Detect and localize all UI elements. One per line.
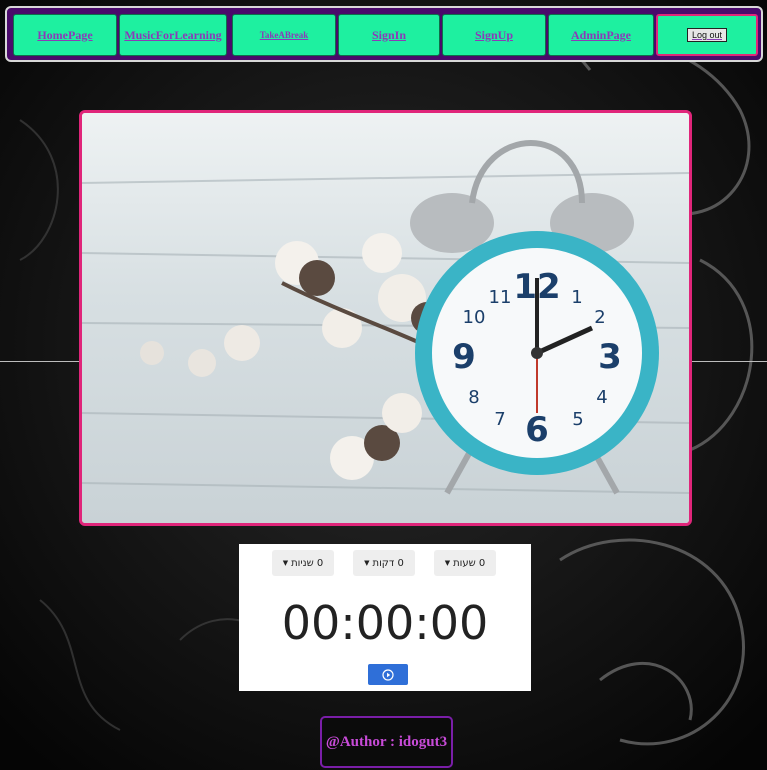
- author-footer: @Author : idogut3: [320, 716, 453, 768]
- nav-music-for-learning-link[interactable]: MusicForLearning: [119, 14, 227, 56]
- nav-homepage-link[interactable]: HomePage: [13, 14, 117, 56]
- nav-sign-in-link[interactable]: SignIn: [338, 14, 440, 56]
- hero-alarm-clock-image: 12 3 6 9 1 2 4 5 7 8 10 11: [79, 110, 692, 526]
- hours-select[interactable]: 0 שעות ▼: [434, 550, 496, 576]
- countdown-timer-panel: 0 שעות ▼ 0 דקות ▼ 0 שניות ▼ 00:00:00: [239, 544, 531, 691]
- author-credit: @Author : idogut3: [325, 733, 448, 750]
- nav-admin-page-link[interactable]: AdminPage: [548, 14, 654, 56]
- hours-select-label: 0 שעות: [453, 557, 486, 569]
- svg-text:11: 11: [489, 287, 512, 308]
- svg-text:4: 4: [596, 387, 607, 408]
- svg-text:9: 9: [452, 337, 476, 377]
- svg-text:7: 7: [494, 409, 505, 430]
- nav-sign-up-link[interactable]: SignUp: [442, 14, 546, 56]
- seconds-select[interactable]: 0 שניות ▼: [272, 550, 334, 576]
- chevron-down-icon: ▼: [282, 559, 289, 567]
- svg-text:8: 8: [468, 387, 479, 408]
- svg-text:5: 5: [572, 409, 583, 430]
- play-icon: [382, 668, 394, 681]
- chevron-down-icon: ▼: [364, 559, 370, 567]
- logout-container: Log out: [656, 14, 758, 56]
- svg-text:10: 10: [463, 307, 486, 328]
- seconds-select-label: 0 שניות: [291, 557, 324, 569]
- svg-text:2: 2: [594, 307, 605, 328]
- top-navigation-bar: HomePage MusicForLearning TakeABreak Sig…: [5, 6, 763, 62]
- logout-button[interactable]: Log out: [686, 28, 728, 42]
- svg-text:3: 3: [598, 337, 622, 377]
- start-timer-button[interactable]: [368, 664, 408, 685]
- minutes-select-label: 0 דקות: [372, 557, 404, 569]
- alarm-clock-illustration: 12 3 6 9 1 2 4 5 7 8 10 11: [82, 113, 689, 523]
- chevron-down-icon: ▼: [444, 559, 451, 567]
- svg-text:1: 1: [571, 287, 582, 308]
- svg-text:6: 6: [525, 410, 549, 450]
- nav-take-a-break-link[interactable]: TakeABreak: [232, 14, 336, 56]
- minutes-select[interactable]: 0 דקות ▼: [353, 550, 415, 576]
- timer-display: 00:00:00: [281, 596, 489, 650]
